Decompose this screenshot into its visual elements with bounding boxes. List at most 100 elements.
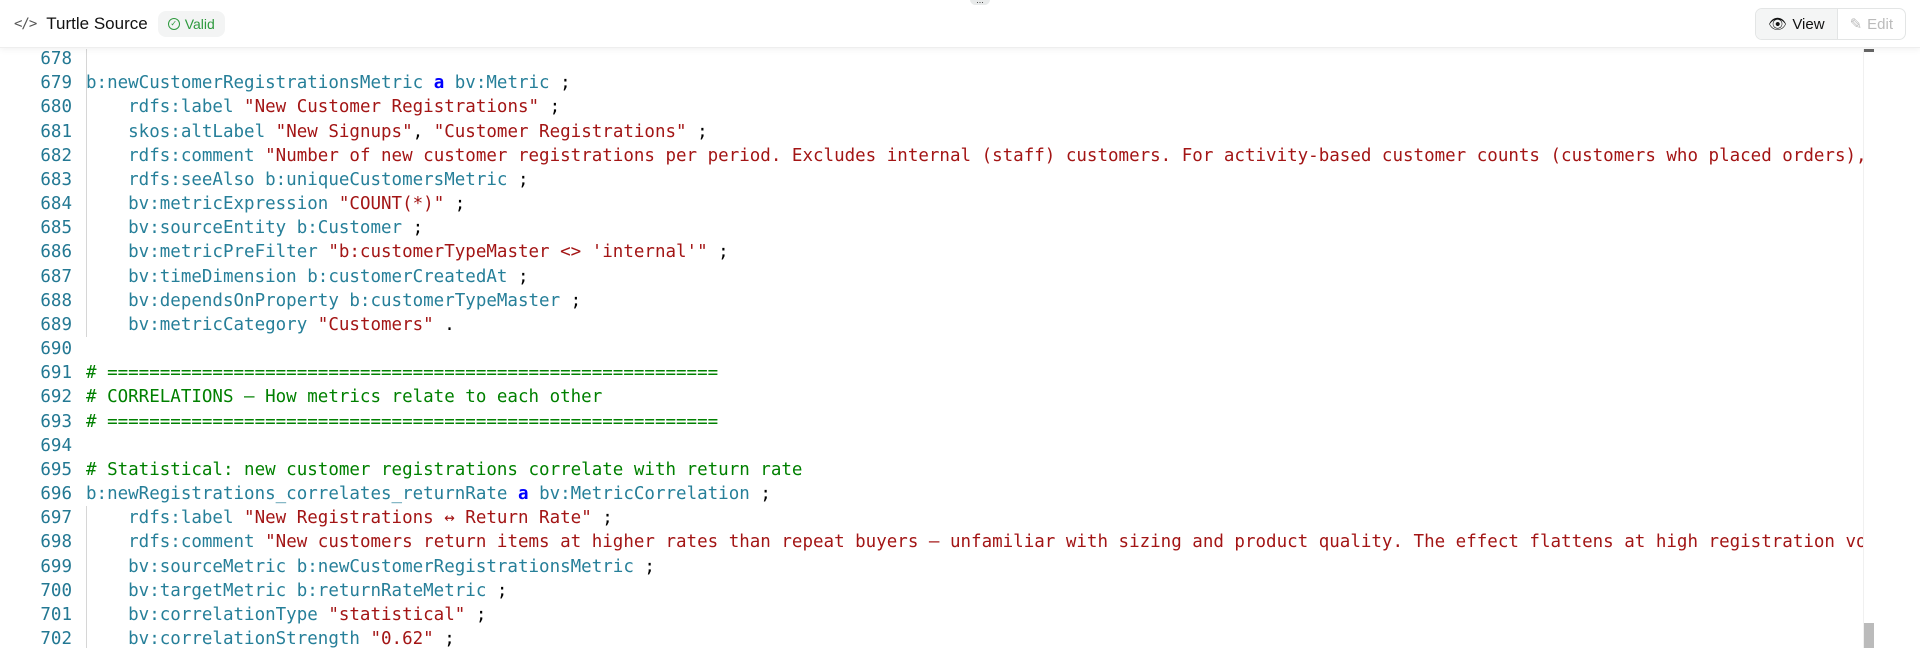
line-number: 679 — [40, 73, 72, 94]
line-number: 696 — [40, 484, 72, 505]
token: "b:customerTypeMaster <> 'internal'" — [328, 242, 708, 263]
token: "0.62" — [370, 629, 434, 648]
eye-icon: 👁 — [1768, 16, 1788, 33]
indent-guide — [86, 95, 87, 338]
code-line: 679 b:newCustomerRegistrationsMetric a bv… — [0, 71, 1863, 95]
token: ; — [402, 218, 424, 239]
line-number: 687 — [40, 266, 72, 287]
code-line: 680 rdfs:label "New Customer Registratio… — [0, 95, 1863, 119]
code-line: 688 bv:dependsOnProperty b:customerTypeM… — [0, 289, 1863, 313]
line-content: bv:metricExpression "COUNT(*)" ; — [86, 192, 465, 216]
code-editor[interactable]: 678 679 b:newCustomerRegistrationsMetric a… — [0, 49, 1863, 648]
code-line: 701 bv:correlationType "statistical" ; — [0, 603, 1863, 627]
token: "COUNT(*)" — [338, 194, 445, 215]
code-line: 690 — [0, 337, 1863, 361]
scrollbar-thumb[interactable] — [1864, 623, 1874, 648]
line-number: 692 — [40, 387, 72, 408]
vertical-scrollbar[interactable] — [1863, 49, 1875, 648]
token: ; — [465, 604, 487, 625]
line-number: 691 — [40, 363, 72, 384]
token: "New Customer Registrations" — [244, 97, 540, 118]
token: "New Registrations ↔ Return Rate" — [244, 508, 592, 529]
indent-guide — [86, 506, 87, 648]
token: bv:targetMetric b:returnRateMetric — [86, 580, 487, 601]
token: bv:sourceEntity b:Customer — [86, 218, 403, 239]
line-content: bv:correlationStrength "0.62" ; — [86, 627, 455, 648]
line-content: # ======================================… — [86, 361, 718, 385]
code-line: 683 rdfs:seeAlso b:uniqueCustomersMetric… — [0, 168, 1863, 192]
token: bv:Metric — [444, 73, 550, 94]
token: rdfs:label — [86, 508, 245, 529]
line-content: rdfs:label "New Customer Registrations" … — [86, 95, 560, 119]
code-line: 692 # CORRELATIONS — How metrics relate t… — [0, 385, 1863, 409]
token: bv:timeDimension b:customerCreatedAt — [86, 266, 508, 287]
code-line: 687 bv:timeDimension b:customerCreatedAt… — [0, 265, 1863, 289]
token: rdfs:seeAlso b:uniqueCustomersMetric — [86, 169, 508, 190]
token: bv:metricCategory — [86, 314, 318, 335]
token: "New customers return items at higher ra… — [265, 532, 1863, 553]
edit-label: Edit — [1867, 15, 1893, 33]
token: "statistical" — [328, 604, 466, 625]
scroll-overview-marker — [1864, 49, 1874, 52]
token: ; — [444, 194, 466, 215]
token: rdfs:comment — [86, 145, 266, 166]
token: a — [433, 73, 445, 94]
view-mode-toggle: 👁 View ✎ Edit — [1755, 8, 1906, 40]
check-circle-icon: ✓ — [167, 17, 180, 30]
code-line: 702 bv:correlationStrength "0.62" ; — [0, 627, 1863, 648]
code-icon: </> — [14, 15, 37, 32]
token: ; — [633, 556, 655, 577]
token: ; — [433, 629, 455, 648]
token: b:newCustomerRegistrationsMetric — [86, 73, 434, 94]
line-content: rdfs:label "New Registrations ↔ Return R… — [86, 506, 613, 530]
line-number: 680 — [40, 97, 72, 118]
token: "Customers" — [317, 314, 434, 335]
token: "New Signups" — [275, 121, 413, 142]
line-number: 693 — [40, 411, 72, 432]
code-line: 682 rdfs:comment "Number of new customer… — [0, 144, 1863, 168]
line-content: bv:metricPreFilter "b:customerTypeMaster… — [86, 240, 729, 264]
token: bv:sourceMetric b:newCustomerRegistratio… — [86, 556, 634, 577]
resize-handle[interactable]: ... — [970, 0, 990, 5]
line-number: 700 — [40, 580, 72, 601]
line-content: # CORRELATIONS — How metrics relate to e… — [86, 385, 602, 409]
line-number: 702 — [40, 629, 72, 648]
token: bv:correlationType — [86, 604, 329, 625]
line-number: 701 — [40, 604, 72, 625]
line-number: 685 — [40, 218, 72, 239]
line-content: bv:metricCategory "Customers" . — [86, 313, 455, 337]
line-number: 684 — [40, 194, 72, 215]
token: ; — [539, 97, 561, 118]
token: bv:dependsOnProperty b:customerTypeMaste… — [86, 290, 561, 311]
code-line: 686 bv:metricPreFilter "b:customerTypeMa… — [0, 240, 1863, 264]
token: ; — [507, 169, 529, 190]
line-number: 697 — [40, 508, 72, 529]
edit-button[interactable]: ✎ Edit — [1836, 9, 1905, 39]
line-content: skos:altLabel "New Signups", "Customer R… — [86, 120, 708, 144]
code-line: 695 # Statistical: new customer registrat… — [0, 458, 1863, 482]
status-text: Valid — [184, 15, 215, 32]
code-line: 698 rdfs:comment "New customers return i… — [0, 530, 1863, 554]
line-content: bv:dependsOnProperty b:customerTypeMaste… — [86, 289, 581, 313]
view-label: View — [1792, 15, 1825, 33]
token: bv:correlationStrength — [86, 629, 371, 648]
indent-guide — [86, 49, 87, 96]
line-number: 699 — [40, 556, 72, 577]
view-button[interactable]: 👁 View — [1756, 9, 1837, 39]
code-line: 700 bv:targetMetric b:returnRateMetric ; — [0, 579, 1863, 603]
line-content: b:newCustomerRegistrationsMetric a bv:Me… — [86, 71, 571, 95]
code-line: 694 — [0, 434, 1863, 458]
line-content: bv:sourceMetric b:newCustomerRegistratio… — [86, 555, 655, 579]
token: a — [517, 484, 529, 505]
token: ; — [507, 266, 529, 287]
line-number: 688 — [40, 290, 72, 311]
code-line: 685 bv:sourceEntity b:Customer ; — [0, 216, 1863, 240]
pencil-icon: ✎ — [1849, 16, 1863, 33]
line-content: rdfs:comment "New customers return items… — [86, 530, 1863, 554]
code-line: 696 b:newRegistrations_correlates_returnR… — [0, 482, 1863, 506]
token: b:newRegistrations_correlates_returnRate — [86, 484, 518, 505]
status-badge: ✓ Valid — [157, 10, 225, 37]
line-number: 686 — [40, 242, 72, 263]
token: bv:metricPreFilter — [86, 242, 329, 263]
code-line: 681 skos:altLabel "New Signups", "Custom… — [0, 120, 1863, 144]
